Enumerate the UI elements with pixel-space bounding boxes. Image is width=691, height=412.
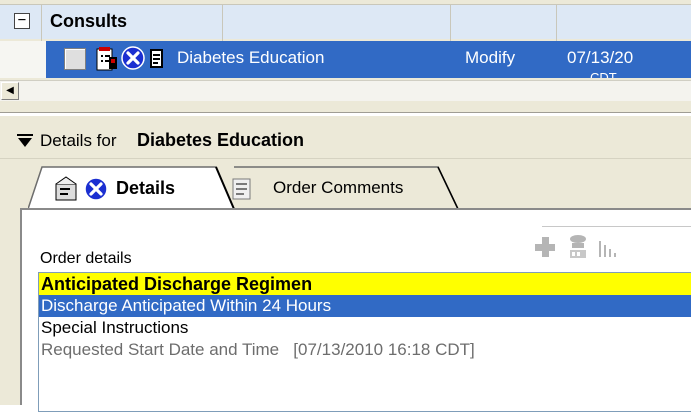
- grid-column-divider: [450, 5, 451, 41]
- collapse-toggle[interactable]: −: [14, 13, 30, 29]
- list-item-text: Requested Start Date and Time [07/13/201…: [41, 340, 475, 359]
- cancel-icon: [121, 46, 145, 70]
- comments-icon: [232, 178, 251, 200]
- order-start-date: 07/13/20: [567, 48, 634, 67]
- details-tab-page: Order details Anticipated Discharge Regi…: [20, 208, 691, 412]
- group-row-consults[interactable]: − Consults: [0, 5, 691, 39]
- row-gutter: [0, 41, 46, 78]
- details-order-name: Diabetes Education: [137, 130, 305, 150]
- list-item[interactable]: Requested Start Date and Time [07/13/201…: [39, 339, 691, 361]
- stack-icon[interactable]: [566, 234, 592, 260]
- order-details-list[interactable]: Anticipated Discharge Regimen Discharge …: [38, 272, 691, 412]
- tab-label: Details: [116, 178, 176, 198]
- scroll-track[interactable]: [20, 82, 691, 100]
- group-label: Consults: [50, 11, 128, 31]
- details-prefix: Details for: [40, 131, 117, 150]
- divider: [542, 226, 691, 227]
- list-item-text: Special Instructions: [41, 318, 189, 337]
- grid-column-divider: [222, 5, 223, 41]
- tab-label: Order Comments: [273, 178, 404, 197]
- document-icon: [150, 49, 163, 68]
- order-name: Diabetes Education: [177, 48, 325, 67]
- details-panel: Details for Diabetes Education Details O…: [0, 116, 691, 412]
- horizontal-scrollbar[interactable]: ◀: [0, 80, 691, 101]
- list-item[interactable]: Special Instructions: [39, 317, 691, 339]
- grid-column-divider: [41, 5, 42, 41]
- order-action: Modify: [465, 48, 516, 67]
- row-checkbox[interactable]: [64, 48, 86, 70]
- add-icon[interactable]: [534, 236, 556, 258]
- list-item[interactable]: Anticipated Discharge Regimen: [39, 273, 691, 295]
- details-header[interactable]: Details for Diabetes Education: [0, 126, 691, 156]
- order-sheet-icon: [96, 47, 117, 71]
- orders-grid: − Consults Diabetes Education Modify 07/…: [0, 0, 691, 113]
- triangle-left-icon: ◀: [6, 85, 14, 96]
- grid-column-divider: [556, 5, 557, 41]
- order-timezone: CDT: [590, 70, 617, 78]
- list-item-text: Anticipated Discharge Regimen: [41, 274, 313, 294]
- scroll-left-button[interactable]: ◀: [1, 82, 19, 100]
- triangle-down-icon[interactable]: [17, 134, 33, 148]
- list-item-text: Discharge Anticipated Within 24 Hours: [41, 296, 332, 315]
- order-details-label: Order details: [40, 250, 132, 267]
- details-tab-icon: [55, 176, 108, 201]
- order-row[interactable]: Diabetes Education Modify 07/13/20 CDT: [0, 41, 691, 78]
- tab-order-comments[interactable]: Order Comments: [218, 166, 468, 210]
- tab-details[interactable]: Details: [28, 166, 238, 210]
- list-item[interactable]: Discharge Anticipated Within 24 Hours: [39, 295, 691, 317]
- bars-icon[interactable]: [598, 240, 620, 258]
- divider: [0, 158, 691, 159]
